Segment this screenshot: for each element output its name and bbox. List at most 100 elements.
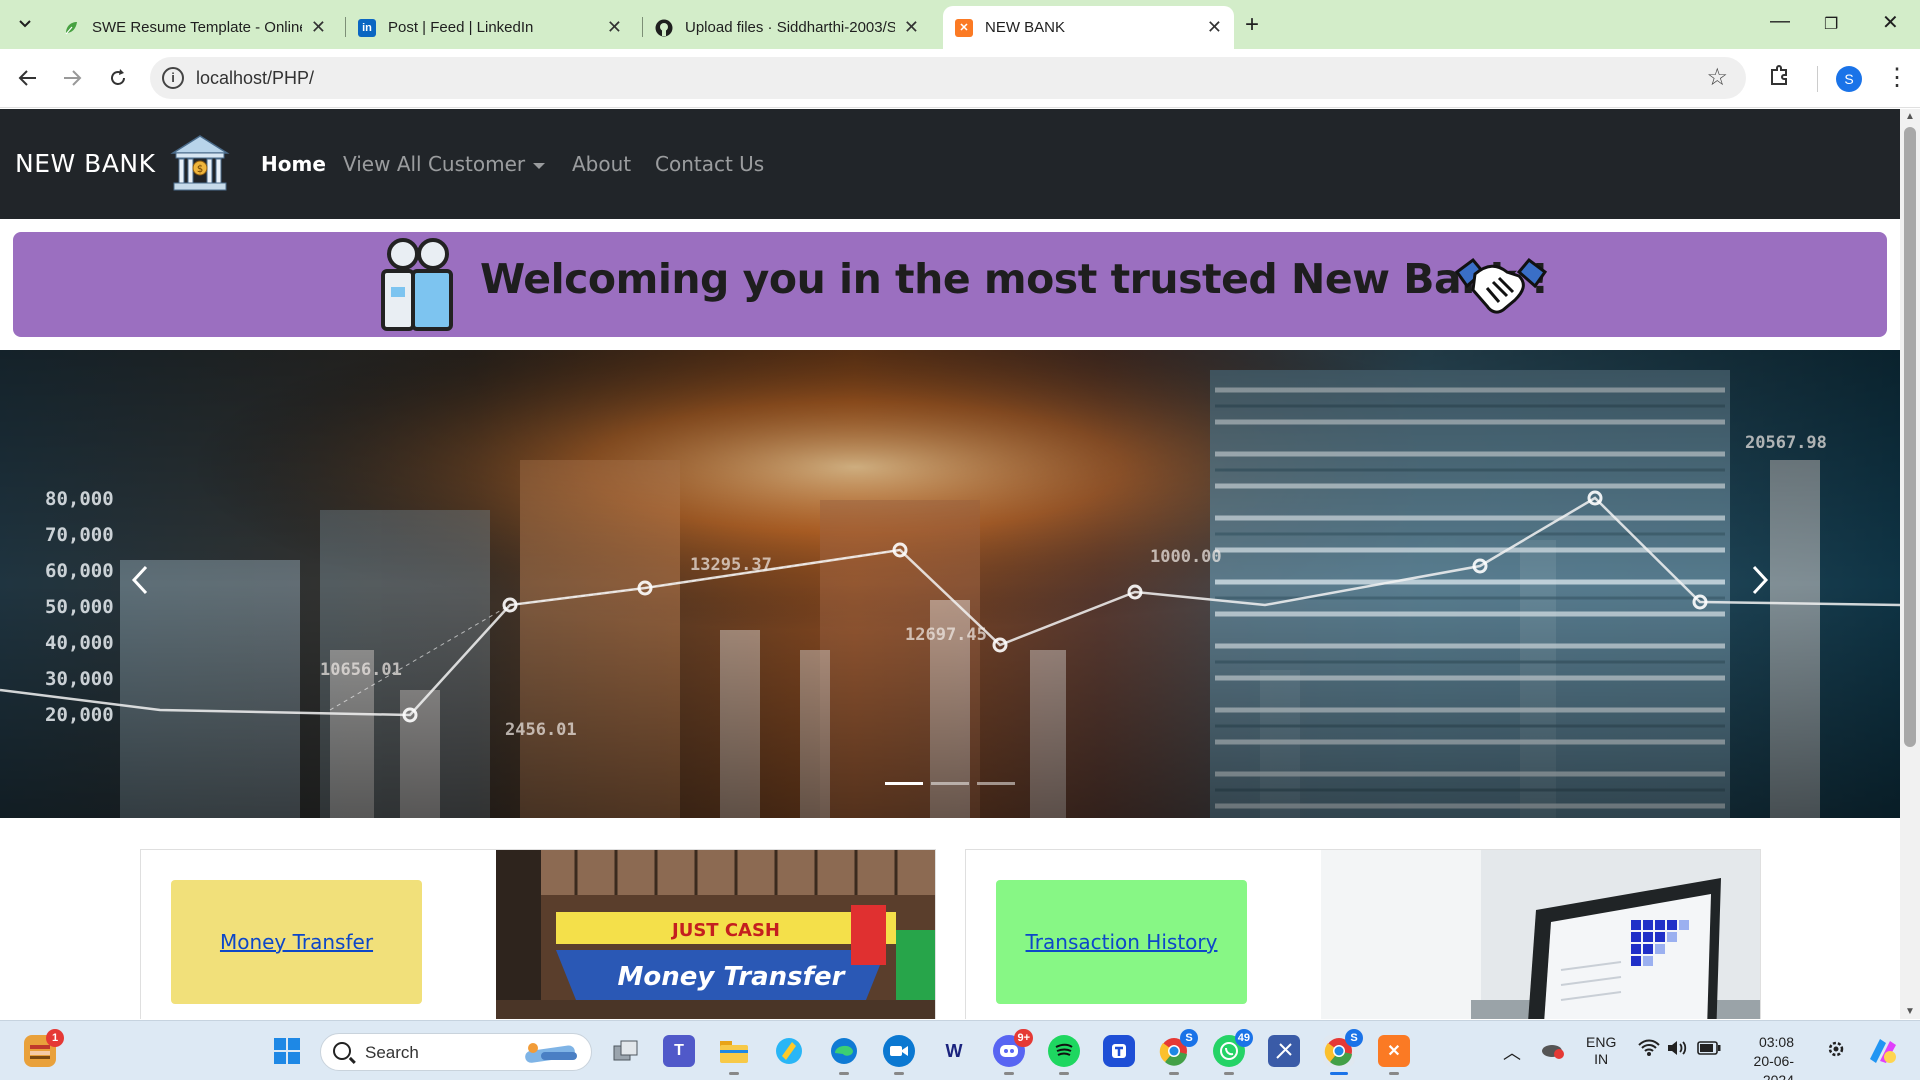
windows-start-icon[interactable]	[271, 1035, 303, 1067]
new-tab-button[interactable]: +	[1245, 11, 1259, 39]
discord-badge: 9+	[1014, 1029, 1033, 1047]
todo-app-icon[interactable]	[1103, 1035, 1135, 1067]
nav-home[interactable]: Home	[261, 152, 326, 176]
carousel-next-button[interactable]	[1740, 550, 1780, 610]
axis-label: 80,000	[45, 488, 114, 510]
teams-icon[interactable]: T	[663, 1035, 695, 1067]
tab-github[interactable]: Upload files · Siddharthi-2003/S ✕	[643, 6, 931, 49]
profile-badge: S	[1180, 1029, 1198, 1047]
copilot-tray-icon[interactable]	[1866, 1035, 1900, 1068]
scroll-down-arrow-icon[interactable]: ▼	[1905, 1006, 1915, 1017]
chart-number-label: 12697.45	[905, 625, 987, 645]
chrome-profile-icon[interactable]: S	[1158, 1029, 1198, 1075]
wifi-icon[interactable]	[1638, 1039, 1660, 1060]
tab-title: SWE Resume Template - Online	[92, 19, 302, 36]
close-icon[interactable]: ✕	[1207, 17, 1222, 38]
search-icon	[333, 1042, 351, 1060]
transaction-history-link[interactable]: Transaction History	[996, 880, 1247, 1004]
profile-badge: S	[1345, 1029, 1363, 1047]
tab-title: Upload files · Siddharthi-2003/S	[685, 19, 895, 36]
onedrive-error-icon[interactable]	[1541, 1041, 1565, 1062]
carousel-indicator-2[interactable]	[931, 782, 969, 785]
reload-icon[interactable]	[103, 63, 133, 93]
menu-kebab-icon[interactable]: ⋮	[1885, 63, 1909, 92]
battery-icon[interactable]	[1697, 1041, 1721, 1058]
file-explorer-icon[interactable]	[718, 1035, 750, 1075]
nav-about[interactable]: About	[572, 152, 631, 176]
volume-icon[interactable]	[1666, 1039, 1688, 1060]
extensions-puzzle-icon[interactable]	[1768, 63, 1792, 94]
carousel-indicator-1[interactable]	[885, 782, 923, 785]
zoom-meetings-icon[interactable]	[883, 1035, 915, 1075]
close-window-icon[interactable]: ✕	[1882, 10, 1899, 35]
running-indicator	[1389, 1072, 1399, 1075]
chevron-down-icon	[19, 20, 31, 28]
carousel-indicator-3[interactable]	[977, 782, 1015, 785]
language-indicator[interactable]: ENG IN	[1586, 1034, 1616, 1068]
tab-search-button[interactable]	[10, 9, 40, 39]
brand-name[interactable]: NEW BANK	[15, 149, 156, 178]
whatsapp-icon[interactable]: 49	[1213, 1029, 1253, 1075]
shop-sign-text: JUST CASH	[670, 920, 780, 941]
axis-label: 70,000	[45, 524, 114, 546]
edge-browser-icon[interactable]	[828, 1035, 860, 1075]
page-scrollbar[interactable]: ▲ ▼	[1900, 109, 1920, 1019]
overleaf-leaf-icon	[62, 19, 80, 37]
running-indicator	[1330, 1072, 1348, 1075]
snipping-tool-icon[interactable]	[1268, 1035, 1300, 1067]
clock-time: 03:08	[1758, 1034, 1794, 1050]
money-transfer-link[interactable]: Money Transfer	[171, 880, 422, 1004]
dropdown-caret-icon	[533, 162, 546, 169]
profile-avatar[interactable]: S	[1836, 66, 1862, 92]
tab-title: Post | Feed | LinkedIn	[388, 19, 534, 36]
minimize-icon[interactable]: —	[1770, 10, 1790, 33]
nav-contact-us[interactable]: Contact Us	[655, 152, 764, 176]
task-view-icon[interactable]	[610, 1035, 642, 1067]
back-arrow-icon[interactable]	[13, 63, 43, 93]
xampp-icon[interactable]: ✕	[1378, 1035, 1410, 1075]
toolbar-separator	[1817, 66, 1818, 92]
show-hidden-icons-chevron-icon[interactable]: ︿	[1503, 1039, 1521, 1065]
close-icon[interactable]: ✕	[311, 17, 326, 38]
chart-number-label: 1000.00	[1150, 547, 1222, 567]
close-icon[interactable]: ✕	[607, 17, 622, 38]
copilot-icon[interactable]	[773, 1035, 805, 1067]
site-info-icon[interactable]: i	[162, 67, 184, 89]
browser-toolbar: i localhost/PHP/ ☆ S ⋮	[0, 49, 1920, 108]
clock-date: 20-06-2024	[1753, 1053, 1794, 1080]
bookmark-star-icon[interactable]: ☆	[1706, 63, 1728, 92]
browser-tab-strip: SWE Resume Template - Online ✕ in Post |…	[0, 0, 1920, 49]
tab-new-bank[interactable]: ✕ NEW BANK ✕	[943, 6, 1234, 49]
windows-taskbar: 1 Search T W 9+ S 49 S ✕ ︿ ENG IN 03:08 …	[0, 1020, 1920, 1080]
taskbar-search-box[interactable]: Search	[320, 1033, 592, 1071]
tab-resume[interactable]: SWE Resume Template - Online ✕	[50, 6, 338, 49]
restore-icon[interactable]: ❐	[1824, 14, 1838, 34]
carousel-prev-button[interactable]	[120, 550, 160, 610]
chart-number-label: 20567.98	[1745, 433, 1827, 453]
whatsapp-badge: 49	[1234, 1029, 1253, 1047]
carousel-indicators	[885, 782, 1015, 785]
axis-label: 20,000	[45, 704, 114, 726]
site-navbar: NEW BANK $ Home View All Customer About …	[0, 109, 1900, 219]
settings-gear-icon[interactable]	[1826, 1039, 1846, 1062]
xampp-icon: ✕	[955, 18, 973, 37]
nav-view-all-customer[interactable]: View All Customer	[343, 152, 546, 176]
clock[interactable]: 03:08 20-06-2024	[1738, 1033, 1794, 1080]
handshake-icon	[1454, 257, 1548, 314]
address-bar[interactable]: i localhost/PHP/ ☆	[150, 57, 1746, 99]
tab-linkedin[interactable]: in Post | Feed | LinkedIn ✕	[346, 6, 634, 49]
forward-arrow-icon[interactable]	[57, 63, 87, 93]
chrome-active-icon[interactable]: S	[1323, 1029, 1363, 1075]
svg-text:$: $	[197, 164, 203, 175]
close-icon[interactable]: ✕	[904, 17, 919, 38]
scroll-up-arrow-icon[interactable]: ▲	[1905, 111, 1915, 122]
scrollbar-thumb[interactable]	[1904, 127, 1916, 747]
web-page: NEW BANK $ Home View All Customer About …	[0, 109, 1900, 1019]
bank-building-icon: $	[170, 135, 230, 191]
chart-number-label: 2456.01	[505, 720, 577, 740]
webex-icon[interactable]: W	[938, 1035, 970, 1067]
discord-icon[interactable]: 9+	[993, 1029, 1033, 1075]
spotify-icon[interactable]	[1048, 1035, 1080, 1075]
running-indicator	[894, 1072, 904, 1075]
notification-app-icon[interactable]: 1	[24, 1029, 64, 1067]
